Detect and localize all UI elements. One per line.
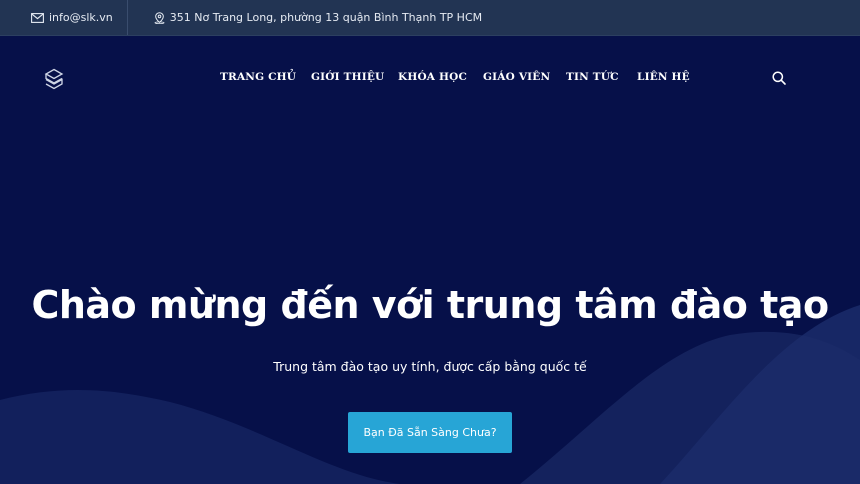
nav-item-home[interactable]: TRANG CHỦ [220,71,296,83]
nav-menu: TRANG CHỦ GIỚI THIỆU KHÓA HỌC GIÁO VIÊN … [0,71,860,87]
email-contact[interactable]: info@slk.vn [0,0,128,35]
nav-item-about[interactable]: GIỚI THIỆU [311,71,384,83]
email-text: info@slk.vn [49,11,113,24]
cta-button[interactable]: Bạn Đã Sẵn Sàng Chưa? [348,412,512,453]
hero-title: Chào mừng đến với trung tâm đào tạo [31,283,829,327]
map-pin-icon [154,11,165,24]
envelope-icon [31,12,44,23]
nav-item-news[interactable]: TIN TỨC [566,71,619,83]
hero-subtitle: Trung tâm đào tạo uy tính, được cấp bằng… [273,359,587,374]
nav-item-courses[interactable]: KHÓA HỌC [398,71,467,83]
address-contact: 351 Nơ Trang Long, phường 13 quận Bình T… [128,0,482,35]
address-text: 351 Nơ Trang Long, phường 13 quận Bình T… [169,11,483,24]
nav-item-teachers[interactable]: GIÁO VIÊN [483,71,550,83]
main-navbar: TRANG CHỦ GIỚI THIỆU KHÓA HỌC GIÁO VIÊN … [0,36,860,118]
nav-item-contact[interactable]: LIÊN HỆ [637,71,690,83]
top-info-bar: info@slk.vn 351 Nơ Trang Long, phường 13… [0,0,860,36]
search-icon[interactable] [771,70,787,86]
